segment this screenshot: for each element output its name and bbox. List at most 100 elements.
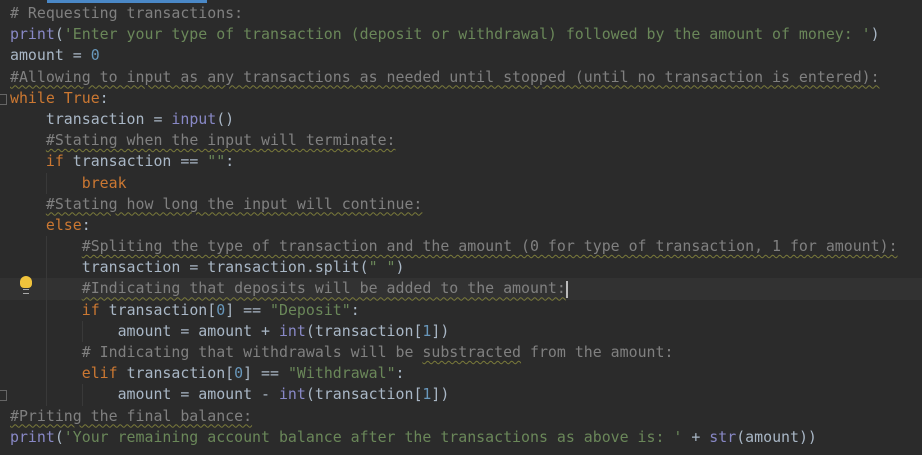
code-token-builtin: print: [10, 427, 55, 446]
code-token-plain: transaction =: [45, 109, 172, 128]
code-token-kw: else: [45, 215, 82, 234]
indent-guide: [45, 278, 47, 300]
code-line[interactable]: amount = amount + int(transaction[1]): [0, 320, 922, 342]
indent-guide: [45, 257, 47, 279]
code-token-comment: #Indicating that deposits will be added …: [81, 279, 566, 298]
code-token-plain: ]): [431, 321, 450, 340]
code-token-kw: while: [10, 88, 64, 107]
code-token-plain: :: [81, 215, 91, 234]
code-line[interactable]: print('Your remaining account balance af…: [0, 427, 922, 448]
code-line[interactable]: #Stating when the input will terminate:: [0, 130, 922, 151]
code-token-plain: (: [54, 25, 64, 44]
code-token-plain: transaction ==: [72, 152, 208, 171]
indent-guide: [45, 363, 47, 385]
code-token-comment: from the amount:: [521, 343, 674, 361]
code-token-num: 0: [234, 364, 244, 383]
code-token-builtin: print: [10, 25, 55, 44]
code-token-plain: (): [216, 109, 235, 128]
fold-marker-icon[interactable]: [0, 390, 7, 402]
text-caret: [565, 280, 568, 298]
indent-guide: [45, 384, 47, 406]
code-line[interactable]: amount = amount - int(transaction[1]): [0, 384, 922, 406]
code-editor[interactable]: # Requesting transactions: print('Enter y…: [0, 3, 922, 448]
indent-guide: [81, 320, 83, 342]
code-token-str: 'Your remaining account balance after th…: [63, 427, 683, 446]
code-token-str: " ": [368, 258, 396, 277]
code-token-comment: # Indicating that withdrawals will be: [81, 343, 423, 361]
code-token-plain: transaction = transaction.split(: [81, 258, 369, 277]
code-line[interactable]: #Spliting the type of transaction and th…: [0, 236, 922, 258]
code-token-comment: #Stating when the input will terminate:: [45, 131, 396, 150]
code-token-plain: :: [395, 364, 405, 383]
code-token-comment: substracted: [422, 343, 522, 361]
code-token-comment: # Requesting transactions:: [10, 4, 244, 22]
code-token-kw: if: [45, 152, 73, 171]
code-token-plain: +: [682, 427, 710, 446]
code-line[interactable]: transaction = input(): [0, 109, 922, 130]
code-line[interactable]: print('Enter your type of transaction (d…: [0, 24, 922, 45]
code-token-plain: amount = amount +: [117, 321, 279, 340]
code-token-str: "Withdrawal": [287, 364, 396, 383]
code-token-comment: #Spliting the type of transaction and th…: [81, 237, 898, 256]
code-token-num: 0: [90, 46, 100, 65]
indent-guide: [81, 384, 83, 406]
code-token-plain: (transaction[: [305, 321, 423, 340]
code-token-plain: ] ==: [225, 300, 271, 319]
code-line[interactable]: # Requesting transactions:: [0, 3, 922, 24]
code-token-plain: :: [350, 300, 360, 319]
code-token-comment: #Priting the final balance:: [10, 406, 253, 425]
code-line[interactable]: transaction = transaction.split(" "): [0, 257, 922, 279]
code-token-comment: #Stating how long the input will continu…: [45, 194, 423, 213]
code-token-plain: amount = amount -: [117, 385, 279, 404]
code-token-plain: transaction[: [126, 364, 235, 383]
code-token-plain: ] ==: [243, 364, 288, 383]
code-token-str: 'Enter your type of transaction (deposit…: [63, 25, 871, 44]
indent-guide: [45, 236, 47, 258]
indent-guide: [45, 342, 47, 364]
code-line[interactable]: #Allowing to input as any transactions a…: [0, 67, 922, 88]
lightbulb-intention-icon[interactable]: [20, 276, 32, 294]
code-line[interactable]: while True:: [0, 88, 922, 109]
code-token-plain: transaction[: [108, 300, 217, 319]
code-token-kw: True: [63, 88, 100, 107]
code-token-plain: (: [54, 427, 64, 446]
code-token-comment: #Allowing to input as any transactions a…: [10, 67, 880, 86]
indent-guide: [45, 299, 47, 321]
code-line[interactable]: #Indicating that deposits will be added …: [0, 278, 922, 300]
fold-marker-icon[interactable]: [0, 93, 7, 105]
code-line[interactable]: break: [0, 172, 922, 194]
code-line[interactable]: amount = 0: [0, 45, 922, 66]
code-token-plain: ]): [431, 385, 450, 404]
code-token-plain: amount =: [10, 46, 91, 65]
code-line[interactable]: else:: [0, 215, 922, 236]
code-token-builtin: str: [709, 427, 737, 446]
code-token-str: "Deposit": [270, 300, 351, 319]
code-token-builtin: input: [171, 109, 217, 128]
code-line[interactable]: #Priting the final balance:: [0, 406, 922, 427]
code-line[interactable]: if transaction == "":: [0, 151, 922, 172]
code-token-plain: ): [870, 25, 880, 44]
indent-guide: [45, 320, 47, 342]
code-line[interactable]: # Indicating that withdrawals will be su…: [0, 342, 922, 364]
code-token-plain: ): [395, 258, 405, 277]
code-token-plain: :: [99, 88, 109, 107]
code-token-builtin: int: [278, 385, 306, 404]
code-token-plain: (amount)): [736, 427, 817, 446]
code-token-builtin: int: [278, 321, 306, 340]
code-line[interactable]: #Stating how long the input will continu…: [0, 194, 922, 215]
code-token-kw: break: [81, 173, 127, 192]
code-line[interactable]: if transaction[0] == "Deposit":: [0, 299, 922, 321]
code-token-plain: :: [225, 152, 235, 171]
code-token-str: "": [207, 152, 226, 171]
code-token-plain: (transaction[: [305, 385, 423, 404]
indent-guide: [45, 172, 47, 194]
code-line[interactable]: elif transaction[0] == "Withdrawal":: [0, 363, 922, 385]
code-token-kw: elif: [81, 364, 127, 383]
code-token-num: 0: [216, 300, 226, 319]
code-token-kw: if: [81, 300, 109, 319]
